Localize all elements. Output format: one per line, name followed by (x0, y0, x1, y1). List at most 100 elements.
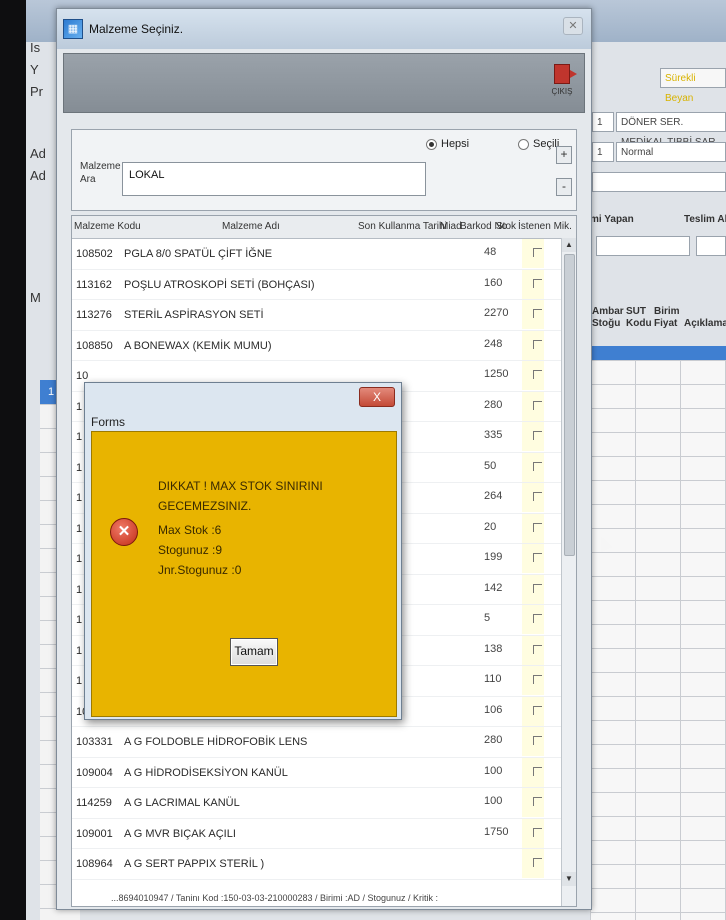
table-row[interactable]: 114259 A G LACRIMAL KANÜL 100 (72, 788, 576, 819)
row-checkbox[interactable] (533, 400, 542, 410)
col-header-stok[interactable]: Stok (496, 221, 516, 232)
cell-stok: 2270 (484, 307, 509, 319)
col-header-miad[interactable]: Miad (440, 221, 462, 232)
exit-label: ÇIKIŞ (551, 87, 573, 96)
exit-door-icon (554, 64, 577, 84)
radio-selected-dot-icon[interactable] (518, 138, 529, 150)
row-checkbox[interactable] (533, 675, 542, 684)
bg-field-text-1[interactable]: DÖNER SER. MEDİKAL TIBBİ SAR (616, 112, 726, 148)
dialog-title-bar: ▦ Malzeme Seçiniz. ✕ (57, 9, 591, 49)
bg-col-birim: Birim Fiyat (654, 306, 680, 329)
cell-kod: 1 (76, 492, 83, 504)
cell-stok: 100 (484, 795, 503, 807)
cell-stok: 199 (484, 551, 503, 563)
cell-stok: 48 (484, 246, 497, 258)
row-checkbox[interactable] (533, 248, 542, 257)
cell-ad: A G FOLDOBLE HİDROFOBİK LENS (124, 736, 308, 748)
row-checkbox[interactable] (533, 614, 542, 623)
alert-message: DIKKAT ! MAX STOK SINIRINI GECEMEZSINIZ.… (158, 476, 396, 580)
cell-ad: A G MVR BIÇAK AÇILI (124, 827, 236, 840)
ok-label: Tamam (234, 644, 274, 658)
radio-all[interactable]: Hepsi (426, 138, 469, 150)
table-row[interactable]: 108502 PGLA 8/0 SPATÜL ÇİFT İĞNE 48 (72, 239, 576, 270)
row-checkbox[interactable] (533, 522, 542, 532)
bg-field-teslim[interactable] (696, 236, 726, 256)
col-header-son-kullanma[interactable]: Son Kullanma Tarihi (358, 221, 447, 232)
table-header: Malzeme Kodu Malzeme Adı Son Kullanma Ta… (72, 216, 576, 239)
row-checkbox[interactable] (533, 492, 542, 501)
row-checkbox[interactable] (533, 766, 542, 776)
table-row[interactable]: 108850 A BONEWAX (KEMİK MUMU) 248 (72, 330, 576, 361)
row-checkbox[interactable] (533, 705, 542, 715)
col-header-istenen[interactable]: İstenen Mik. (518, 221, 572, 232)
row-checkbox[interactable] (533, 339, 542, 349)
bg-col-aciklama: Açıklama (684, 318, 726, 329)
scroll-up-icon[interactable]: ▲ (562, 238, 576, 252)
scroll-down-icon[interactable]: ▼ (562, 872, 576, 886)
bg-field-yapan[interactable] (596, 236, 690, 256)
table-scrollbar[interactable]: ▲ ▼ (561, 238, 576, 906)
row-checkbox[interactable] (533, 431, 542, 440)
table-row[interactable]: 113276 STERİL ASPİRASYON SETİ 2270 (72, 300, 576, 331)
row-checkbox[interactable] (533, 827, 542, 837)
bg-letter: M (30, 290, 41, 305)
table-row[interactable]: 108964 A G SERT PAPPIX STERİL ) (72, 849, 576, 880)
row-checkbox[interactable] (533, 736, 542, 745)
cell-ad: A G HİDRODİSEKSİYON KANÜL (124, 766, 288, 779)
alert-dialog: Forms X ✕ DIKKAT ! MAX STOK SINIRINI GEC… (84, 382, 402, 720)
row-checkbox[interactable] (533, 370, 542, 379)
scroll-thumb[interactable] (564, 254, 575, 556)
row-checkbox[interactable] (533, 858, 542, 867)
bg-selected-row-bar (590, 346, 726, 360)
dialog-toolbar: ÇIKIŞ (63, 53, 585, 113)
row-checkbox[interactable] (533, 553, 542, 562)
dialog-title: Malzeme Seçiniz. (89, 22, 184, 36)
cell-kod: 113162 (76, 278, 112, 291)
cell-kod: 1 (76, 583, 83, 596)
cell-ad: POŞLU ATROSKOPİ SETİ (BOHÇASI) (124, 278, 315, 291)
row-checkbox[interactable] (533, 644, 542, 654)
close-icon[interactable]: ✕ (563, 17, 583, 35)
col-header-ad[interactable]: Malzeme Adı (222, 221, 280, 232)
table-row[interactable]: 109001 A G MVR BIÇAK AÇILI 1750 (72, 818, 576, 849)
background-left-labels: Is Y Pr Ad Ad (30, 40, 56, 190)
radio-selected[interactable]: Seçili (518, 138, 559, 150)
search-input[interactable]: LOKAL (122, 162, 426, 196)
row-checkbox[interactable] (533, 278, 542, 288)
col-header-kod[interactable]: Malzeme Kodu (74, 221, 141, 232)
bg-field-text-2[interactable]: Normal (616, 142, 726, 162)
background-grid-right (590, 360, 726, 920)
cell-kod: 114259 (76, 797, 112, 809)
cell-kod: 1 (76, 644, 83, 657)
cell-stok: 160 (484, 276, 503, 289)
row-checkbox[interactable] (533, 461, 542, 471)
search-panel: Hepsi Seçili + - Malzeme Ara LOKAL (71, 129, 577, 211)
status-footer: ...8694010947 / Taninı Kod :150-03-03-21… (111, 893, 439, 903)
remove-button[interactable]: - (556, 178, 572, 196)
ok-button[interactable]: Tamam (230, 638, 278, 666)
cell-ad: A G LACRIMAL KANÜL (124, 797, 240, 809)
cell-stok: 1750 (484, 825, 509, 838)
add-button[interactable]: + (556, 146, 572, 164)
alert-title: Forms (91, 415, 125, 429)
table-row[interactable]: 109004 A G HİDRODİSEKSİYON KANÜL 100 (72, 757, 576, 788)
cell-kod: 1 (76, 431, 83, 443)
table-row[interactable]: 113162 POŞLU ATROSKOPİ SETİ (BOHÇASI) 160 (72, 269, 576, 300)
bg-checkbox-surekli[interactable]: Sürekli Beyan (660, 68, 726, 104)
cell-kod: 108502 (76, 248, 113, 260)
alert-stogunuz: Stogunuz :9 (158, 543, 223, 557)
cell-stok: 142 (484, 581, 503, 594)
bg-field-empty[interactable] (592, 172, 726, 192)
bg-field-num-1[interactable]: 1 (592, 112, 614, 132)
bg-field-num-2[interactable]: 1 (592, 142, 614, 162)
exit-button[interactable]: ÇIKIŞ (550, 64, 577, 102)
radio-all-dot-icon[interactable] (426, 138, 437, 150)
table-row[interactable]: 103331 A G FOLDOBLE HİDROFOBİK LENS 280 (72, 727, 576, 758)
row-checkbox[interactable] (533, 309, 542, 318)
cell-kod: 1 (76, 614, 83, 626)
cell-ad: A G SERT PAPPIX STERİL ) (124, 858, 265, 870)
alert-close-button[interactable]: X (359, 387, 395, 407)
cell-kod: 1 (76, 675, 83, 687)
row-checkbox[interactable] (533, 583, 542, 593)
row-checkbox[interactable] (533, 797, 542, 806)
